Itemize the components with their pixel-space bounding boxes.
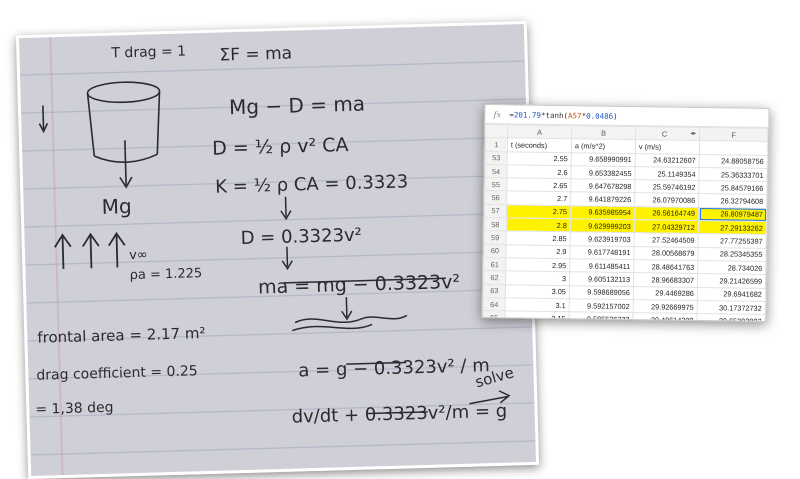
row-number[interactable]: 59 xyxy=(484,230,507,245)
cell[interactable]: 9.629999203 xyxy=(570,218,635,233)
spreadsheet-screenshot: fx =201.79*tanh(A57*0.0486) A B C ◂▸ F 1 … xyxy=(481,104,770,322)
cell[interactable]: 25.59746192 xyxy=(634,179,699,195)
hw-line-14: drag coefficient = 0.25 xyxy=(36,363,198,383)
cell[interactable]: 25.36333701 xyxy=(698,167,768,182)
cell[interactable]: 28.00568679 xyxy=(633,246,699,261)
corner-cell[interactable] xyxy=(485,124,508,139)
row-number[interactable]: 58 xyxy=(484,217,507,232)
hw-line-4: K = ½ ρ CA = 0.3323 xyxy=(215,171,409,197)
row-number[interactable]: 61 xyxy=(483,257,506,272)
cell[interactable]: 2.75 xyxy=(506,204,571,219)
row-number[interactable]: 55 xyxy=(484,177,507,192)
hw-line-5: D = 0.3323v² xyxy=(240,225,362,249)
row-number[interactable]: 63 xyxy=(483,284,506,298)
cell[interactable]: 3.05 xyxy=(505,284,570,299)
column-header-b[interactable]: B xyxy=(571,125,636,140)
cell[interactable]: 2.9 xyxy=(505,244,571,259)
cell[interactable]: 27.52464509 xyxy=(634,232,699,248)
cell-header-t[interactable]: t (seconds) xyxy=(507,138,572,153)
cell[interactable]: 28.48641763 xyxy=(633,259,698,274)
hw-line-10: Mg xyxy=(101,194,132,219)
cell[interactable]: 9.653382455 xyxy=(570,165,636,180)
cell[interactable]: 9.611485411 xyxy=(569,258,634,273)
cell[interactable]: 2.55 xyxy=(507,151,572,166)
cell[interactable]: 29.6941682 xyxy=(697,287,766,302)
row-number[interactable]: 57 xyxy=(484,204,507,218)
cell[interactable]: 9.623919703 xyxy=(570,232,635,247)
row-number[interactable]: 53 xyxy=(485,151,508,165)
cell[interactable]: 9.617748191 xyxy=(569,245,635,260)
hw-line-13: frontal area = 2.17 m² xyxy=(37,324,206,347)
upward-arrows xyxy=(54,231,126,270)
cell[interactable]: 9.647678298 xyxy=(570,178,635,194)
cell-header-v[interactable]: v (m/s) xyxy=(635,139,700,155)
cell[interactable]: 27.77255397 xyxy=(698,233,767,249)
cell-header-f[interactable] xyxy=(699,140,768,156)
cell[interactable]: 2.8 xyxy=(506,217,571,233)
row-number[interactable]: 60 xyxy=(483,244,507,258)
cell[interactable]: 24.88058756 xyxy=(699,154,768,169)
cell[interactable]: 26.80979487 xyxy=(698,207,767,222)
hw-line-11: v∞ xyxy=(129,248,148,264)
hw-line-1: ΣF = ma xyxy=(219,44,292,66)
cell[interactable]: 28.25345355 xyxy=(697,247,767,262)
cell[interactable]: 2.65 xyxy=(506,178,571,193)
cylinder-sketch xyxy=(38,81,161,189)
cell[interactable]: 25.1149354 xyxy=(634,166,700,181)
cell[interactable]: 28.734026 xyxy=(697,260,766,275)
cell[interactable]: 3 xyxy=(505,271,570,286)
cell[interactable]: 9.641879226 xyxy=(570,192,635,207)
notebook-photo: T drag = 1 ΣF = ma Mg − D = ma D = ½ ρ v… xyxy=(15,20,540,479)
cell[interactable]: 30.40614209 xyxy=(632,312,698,322)
cell[interactable]: 25.84579166 xyxy=(698,180,767,195)
cell[interactable]: 27.04329712 xyxy=(634,219,699,234)
column-header-c[interactable]: C ◂▸ xyxy=(635,126,700,141)
cell[interactable]: 9.635985954 xyxy=(570,205,635,220)
cell[interactable]: 2.85 xyxy=(506,231,571,246)
hw-line-6: ma = mg − 0.3323v² xyxy=(258,271,461,299)
column-header-a[interactable]: A xyxy=(507,124,572,140)
cell[interactable]: 9.592157002 xyxy=(569,298,634,313)
cell[interactable]: 27.29133262 xyxy=(698,220,767,235)
hw-line-0: T drag = 1 xyxy=(110,43,186,61)
cell[interactable]: 9.598689056 xyxy=(569,285,634,300)
fx-icon: fx xyxy=(493,109,502,119)
cell[interactable]: 26.07970086 xyxy=(634,193,699,208)
cell[interactable]: 30.65293807 xyxy=(696,313,766,322)
row-number[interactable]: 64 xyxy=(483,297,506,311)
cell[interactable]: 29.21426599 xyxy=(697,273,766,289)
cell[interactable]: 29.92669975 xyxy=(633,299,698,314)
row-number[interactable]: 54 xyxy=(484,164,508,179)
cell[interactable]: 26.56164749 xyxy=(634,206,699,221)
cell[interactable]: 30.17372732 xyxy=(697,300,766,315)
handwriting: T drag = 1 ΣF = ma Mg − D = ma D = ½ ρ v… xyxy=(35,43,516,428)
row-number[interactable]: 56 xyxy=(484,191,507,205)
cell[interactable]: 9.658990991 xyxy=(571,152,636,167)
hw-line-12: ρa = 1.225 xyxy=(129,266,202,283)
row-number[interactable]: 1 xyxy=(485,137,508,152)
hidden-columns-arrow-icon[interactable]: ◂▸ xyxy=(690,130,696,137)
hw-line-15: = 1,38 deg xyxy=(35,400,114,418)
cell[interactable]: 26.32794608 xyxy=(698,194,767,209)
cell-header-a[interactable]: a (m/s^2) xyxy=(571,139,636,154)
hw-line-2: Mg − D = ma xyxy=(229,92,366,120)
hw-line-3: D = ½ ρ v² CA xyxy=(212,134,349,160)
column-header-f[interactable]: F xyxy=(699,127,768,142)
cell[interactable]: 2.7 xyxy=(506,191,571,206)
row-number[interactable]: 62 xyxy=(483,270,506,285)
cell[interactable]: 29.4469286 xyxy=(633,286,698,301)
cell[interactable]: 2.95 xyxy=(505,257,570,272)
hw-line-7: a = g − 0.3323v² / m xyxy=(298,355,490,381)
cell[interactable]: 2.6 xyxy=(506,164,572,179)
cell[interactable]: 24.63212607 xyxy=(635,153,700,168)
cell[interactable]: 9.605132113 xyxy=(569,271,634,287)
cell[interactable]: 3.1 xyxy=(505,297,570,312)
data-grid[interactable]: A B C ◂▸ F 1 t (seconds) a (m/s^2) v (m/s… xyxy=(482,124,768,322)
cell[interactable]: 28.96683307 xyxy=(633,272,698,288)
formula-text[interactable]: =201.79*tanh(A57*0.0486) xyxy=(509,110,617,121)
hw-line-8: dv/dt + 0.3323v²/m = g xyxy=(291,401,507,428)
cell[interactable]: 9.585536723 xyxy=(568,311,634,322)
